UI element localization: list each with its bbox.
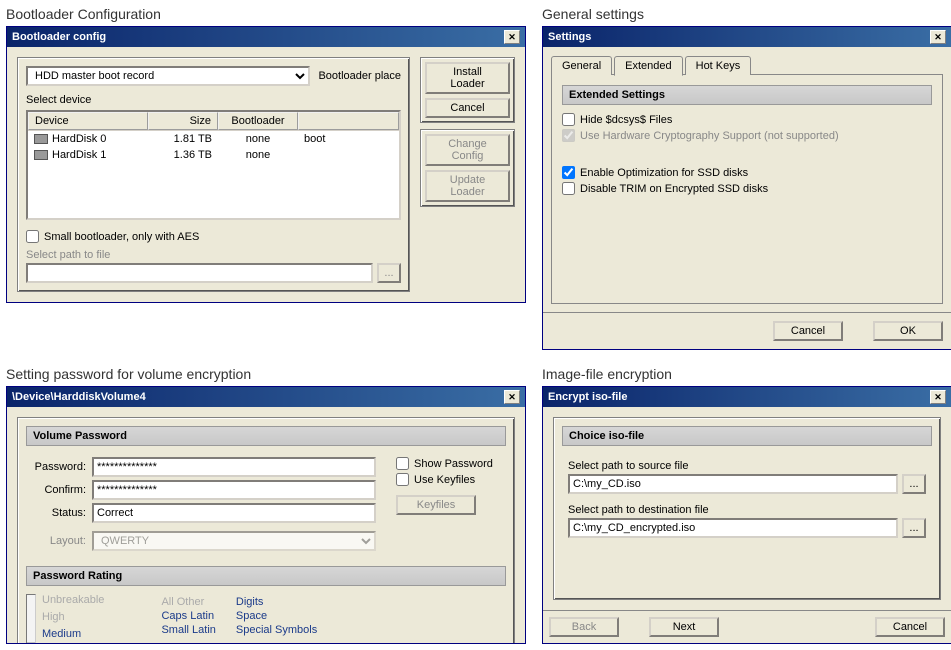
hdd-icon xyxy=(34,134,48,144)
browse-dst-button[interactable]: ... xyxy=(902,518,926,538)
status-label: Status: xyxy=(26,507,86,519)
cancel-button[interactable]: Cancel xyxy=(425,98,510,118)
update-loader-button: Update Loader xyxy=(425,170,510,202)
table-row[interactable]: HardDisk 1 1.36 TB none xyxy=(28,147,399,163)
hw-crypto-label: Use Hardware Cryptography Support (not s… xyxy=(580,130,839,142)
section-title-password: Setting password for volume encryption xyxy=(6,366,526,382)
confirm-input[interactable] xyxy=(92,480,376,500)
ssd-opt-checkbox[interactable] xyxy=(562,166,575,179)
use-keyfiles-checkbox[interactable] xyxy=(396,473,409,486)
cat-digits: Digits xyxy=(236,596,317,608)
section-title-image: Image-file encryption xyxy=(542,366,951,382)
small-bootloader-label: Small bootloader, only with AES xyxy=(44,231,199,243)
show-password-checkbox[interactable] xyxy=(396,457,409,470)
titlebar-encrypt: Encrypt iso-file ✕ xyxy=(543,387,951,407)
device-table[interactable]: Device Size Bootloader HardDisk 0 1.81 T… xyxy=(26,110,401,220)
table-row[interactable]: HardDisk 0 1.81 TB none boot xyxy=(28,131,399,147)
encrypt-iso-window: Encrypt iso-file ✕ Choice iso-file Selec… xyxy=(542,386,951,644)
close-icon[interactable]: ✕ xyxy=(930,390,946,404)
volume-password-header: Volume Password xyxy=(26,426,506,446)
bootloader-place-select[interactable]: HDD master boot record xyxy=(26,66,310,86)
use-keyfiles-label: Use Keyfiles xyxy=(414,474,475,486)
hw-crypto-checkbox xyxy=(562,129,575,142)
layout-select: QWERTY xyxy=(92,531,376,551)
src-path-input[interactable] xyxy=(568,474,898,494)
close-icon[interactable]: ✕ xyxy=(504,30,520,44)
select-device-label: Select device xyxy=(26,94,401,106)
close-icon[interactable]: ✕ xyxy=(504,390,520,404)
cat-space: Space xyxy=(236,610,317,622)
window-title: Bootloader config xyxy=(12,31,106,43)
confirm-label: Confirm: xyxy=(26,484,86,496)
tab-general[interactable]: General xyxy=(551,56,612,75)
bootloader-window: Bootloader config ✕ HDD master boot reco… xyxy=(6,26,526,303)
path-label: Select path to file xyxy=(26,249,401,261)
change-config-button: Change Config xyxy=(425,134,510,166)
browse-src-button[interactable]: ... xyxy=(902,474,926,494)
small-bootloader-checkbox[interactable] xyxy=(26,230,39,243)
section-title-general: General settings xyxy=(542,6,951,22)
col-bootloader[interactable]: Bootloader xyxy=(218,112,298,130)
password-input[interactable] xyxy=(92,457,376,477)
disable-trim-checkbox[interactable] xyxy=(562,182,575,195)
password-label: Password: xyxy=(26,461,86,473)
password-rating-header: Password Rating xyxy=(26,566,506,586)
status-value xyxy=(92,503,376,523)
password-window: \Device\HarddiskVolume4 ✕ Volume Passwor… xyxy=(6,386,526,644)
window-title: \Device\HarddiskVolume4 xyxy=(12,391,146,403)
show-password-label: Show Password xyxy=(414,458,493,470)
dst-path-input[interactable] xyxy=(568,518,898,538)
bootloader-place-label: Bootloader place xyxy=(318,70,401,82)
col-device[interactable]: Device xyxy=(28,112,148,130)
hdd-icon xyxy=(34,150,48,160)
ssd-opt-label: Enable Optimization for SSD disks xyxy=(580,167,748,179)
close-icon[interactable]: ✕ xyxy=(930,30,946,44)
install-loader-button[interactable]: Install Loader xyxy=(425,62,510,94)
next-button[interactable]: Next xyxy=(649,617,719,637)
tab-hotkeys[interactable]: Hot Keys xyxy=(685,56,752,75)
cat-all-other: All Other xyxy=(161,596,215,608)
browse-button: ... xyxy=(377,263,401,283)
layout-label: Layout: xyxy=(26,535,86,547)
hide-files-checkbox[interactable] xyxy=(562,113,575,126)
tab-extended[interactable]: Extended xyxy=(614,56,682,76)
dst-label: Select path to destination file xyxy=(568,504,926,516)
window-title: Encrypt iso-file xyxy=(548,391,627,403)
titlebar-bootloader: Bootloader config ✕ xyxy=(7,27,525,47)
keyfiles-button: Keyfiles xyxy=(396,495,476,515)
cancel-button[interactable]: Cancel xyxy=(773,321,843,341)
rating-bar xyxy=(26,594,36,644)
extended-settings-header: Extended Settings xyxy=(562,85,932,105)
col-size[interactable]: Size xyxy=(148,112,218,130)
path-input xyxy=(26,263,373,283)
titlebar-settings: Settings ✕ xyxy=(543,27,951,47)
choice-iso-header: Choice iso-file xyxy=(562,426,932,446)
src-label: Select path to source file xyxy=(568,460,926,472)
section-title-bootloader: Bootloader Configuration xyxy=(6,6,526,22)
cat-caps-latin: Caps Latin xyxy=(161,610,215,622)
back-button: Back xyxy=(549,617,619,637)
cancel-button[interactable]: Cancel xyxy=(875,617,945,637)
ok-button[interactable]: OK xyxy=(873,321,943,341)
hide-files-label: Hide $dcsys$ Files xyxy=(580,114,672,126)
rating-labels: Unbreakable High Medium Low Trivially Br… xyxy=(42,594,131,644)
disable-trim-label: Disable TRIM on Encrypted SSD disks xyxy=(580,183,768,195)
titlebar-password: \Device\HarddiskVolume4 ✕ xyxy=(7,387,525,407)
tab-content-extended: Extended Settings Hide $dcsys$ Files Use… xyxy=(551,74,943,304)
window-title: Settings xyxy=(548,31,591,43)
settings-window: Settings ✕ General Extended Hot Keys Ext… xyxy=(542,26,951,350)
